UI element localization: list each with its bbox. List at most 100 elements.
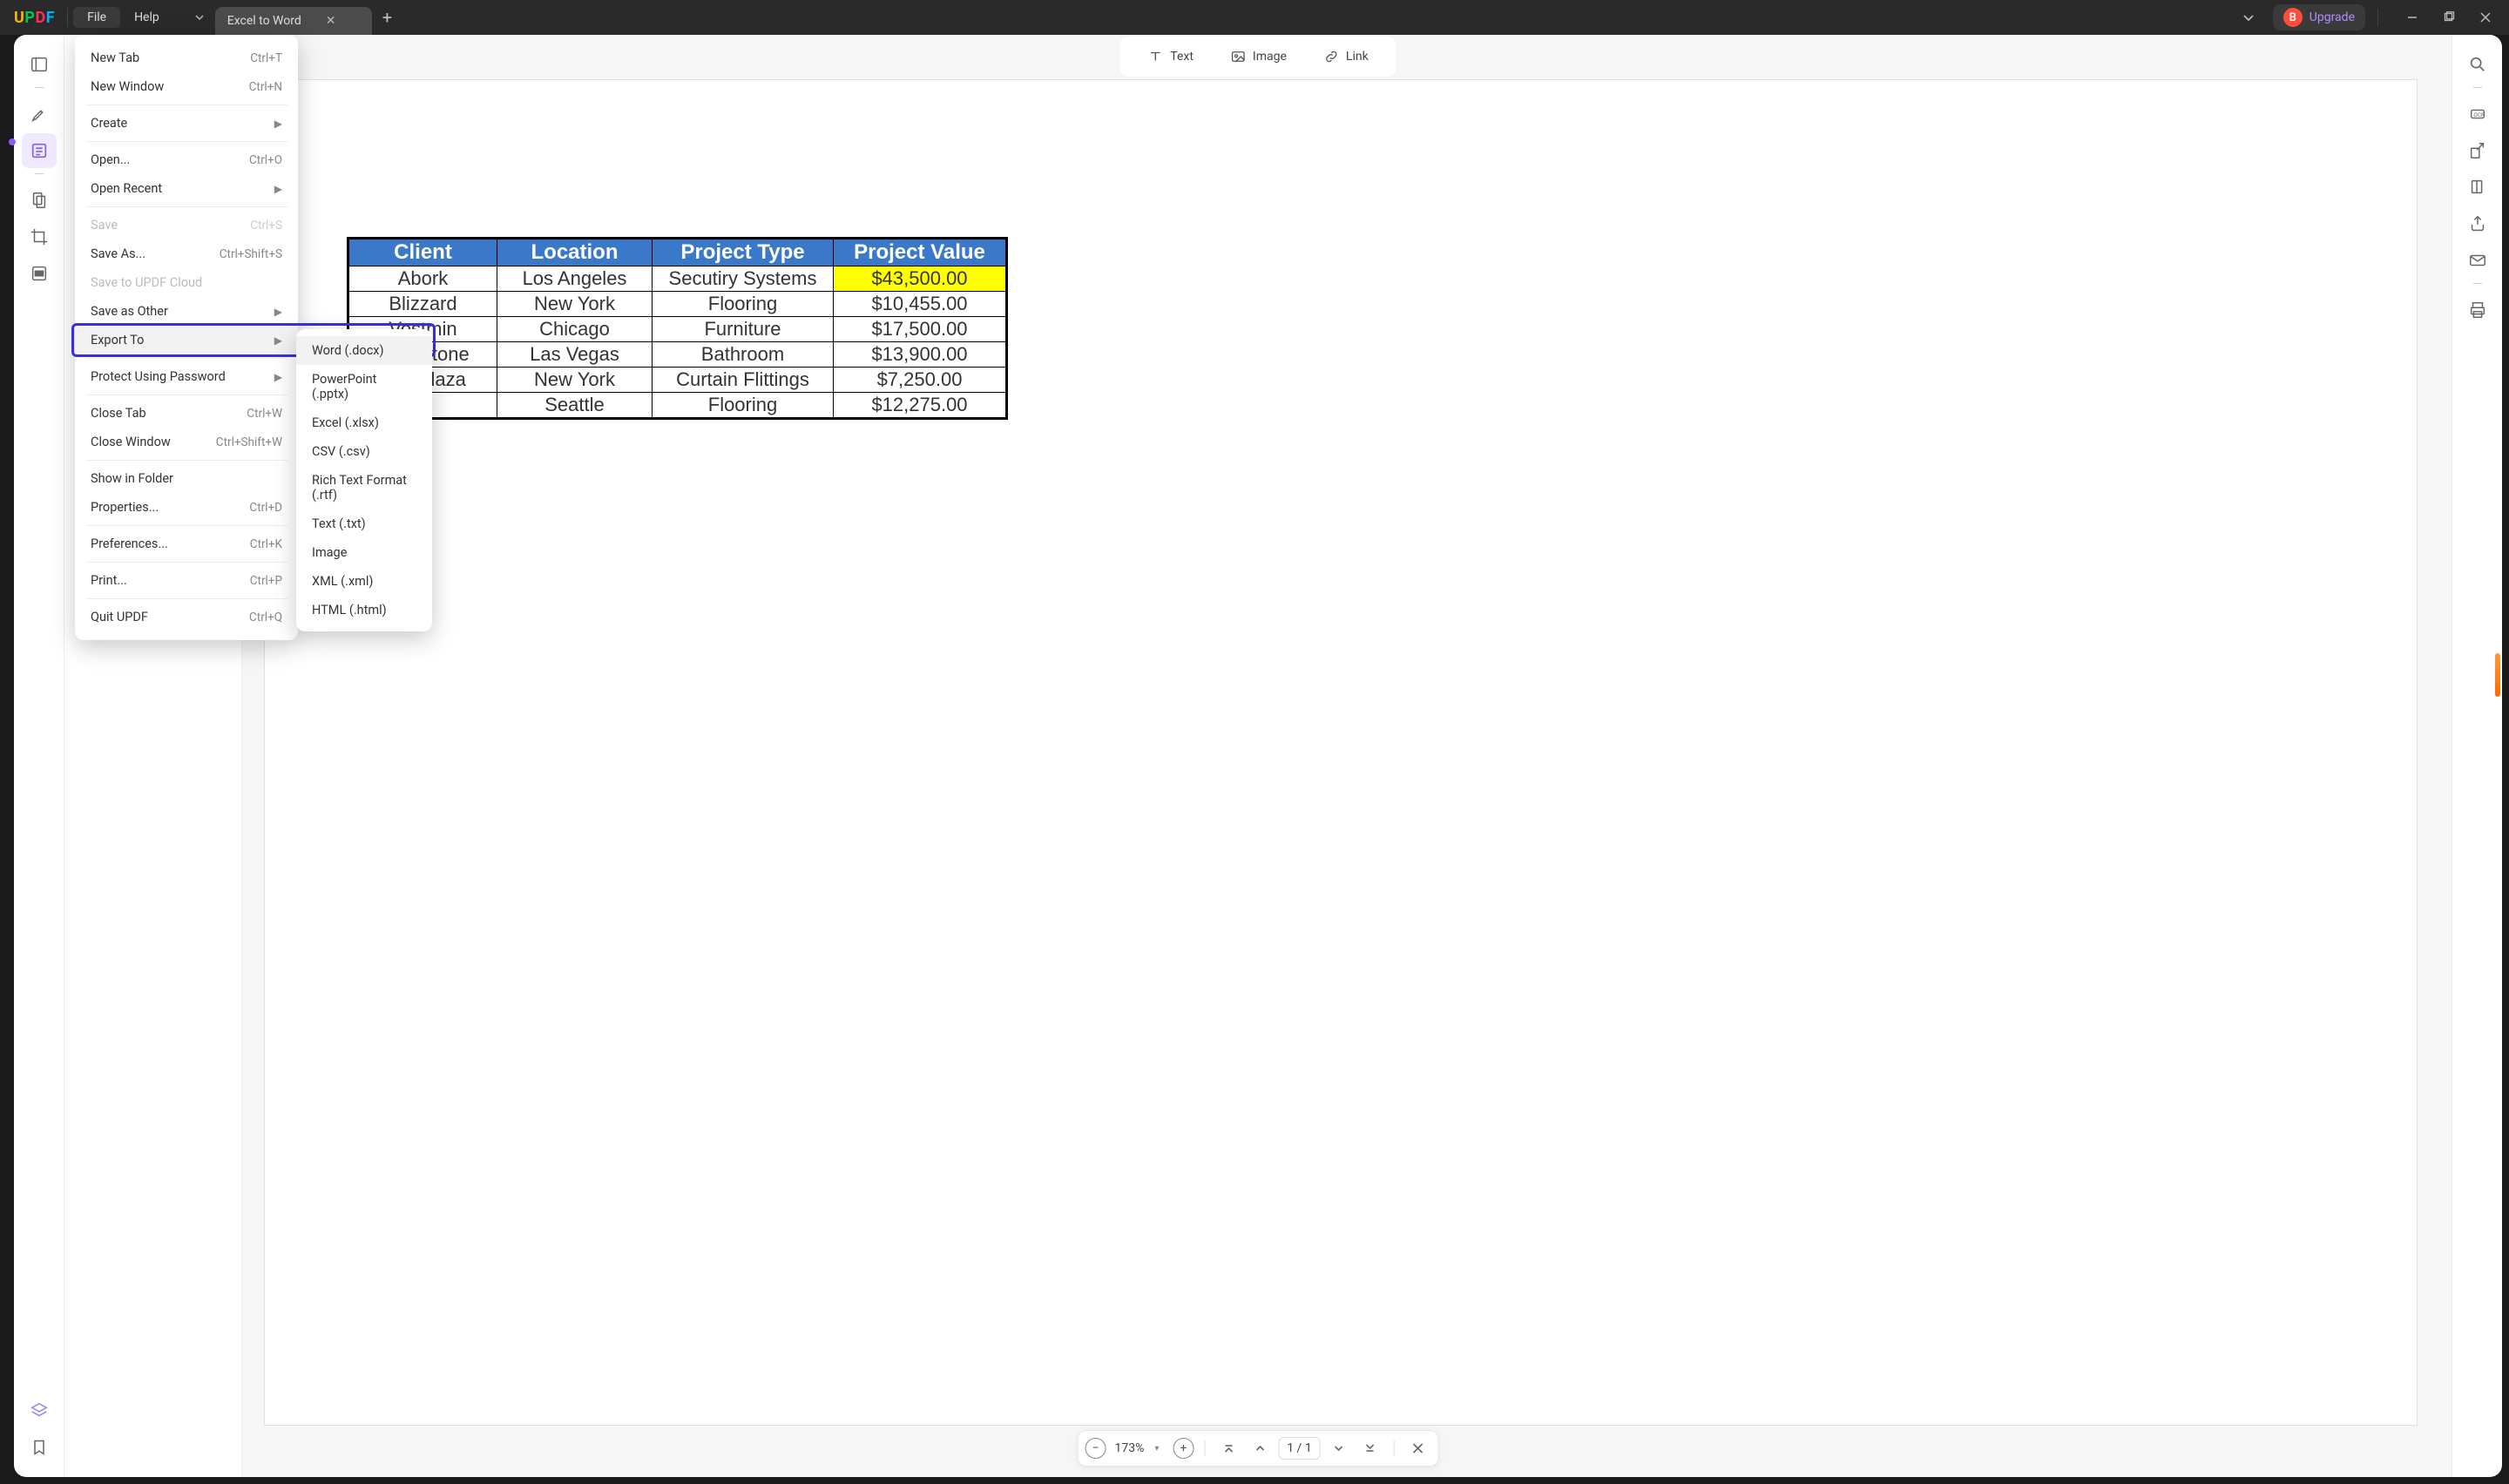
header-location: Location <box>497 239 653 266</box>
text-tool-button[interactable]: Text <box>1137 44 1204 70</box>
close-bar-icon[interactable] <box>1404 1435 1430 1461</box>
export-powerpoint[interactable]: PowerPoint (.pptx) <box>296 365 432 408</box>
tab-prefix-caret-icon[interactable] <box>184 5 215 30</box>
menu-show-in-folder[interactable]: Show in Folder <box>75 464 298 493</box>
table-cell: Blizzard <box>349 292 497 317</box>
next-page-icon[interactable] <box>1325 1435 1351 1461</box>
document-tab[interactable]: Excel to Word ✕ <box>215 7 372 35</box>
file-menu-button[interactable]: File <box>73 7 120 28</box>
menu-open-recent[interactable]: Open Recent▶ <box>75 174 298 203</box>
search-icon[interactable] <box>2460 47 2495 82</box>
menu-new-tab[interactable]: New TabCtrl+T <box>75 44 298 72</box>
ocr-icon[interactable]: OCR <box>2460 97 2495 132</box>
convert-icon[interactable] <box>2460 133 2495 168</box>
menu-save: SaveCtrl+S <box>75 211 298 239</box>
last-page-icon[interactable] <box>1356 1435 1383 1461</box>
menu-properties[interactable]: Properties...Ctrl+D <box>75 493 298 522</box>
logo-d: D <box>35 9 45 27</box>
prev-page-icon[interactable] <box>1247 1435 1273 1461</box>
menu-create[interactable]: Create ▶ <box>75 109 298 138</box>
first-page-icon[interactable] <box>1215 1435 1241 1461</box>
menu-separator <box>85 206 287 207</box>
zoom-out-button[interactable]: − <box>1085 1438 1106 1459</box>
menu-protect-password[interactable]: Protect Using Password▶ <box>75 362 298 391</box>
label: Save as Other <box>91 304 168 319</box>
right-rail: OCR <box>2452 35 2502 1477</box>
menu-close-window[interactable]: Close WindowCtrl+Shift+W <box>75 428 298 456</box>
divider <box>2377 9 2378 26</box>
menu-open[interactable]: Open...Ctrl+O <box>75 145 298 174</box>
export-rtf[interactable]: Rich Text Format (.rtf) <box>296 466 432 509</box>
menu-quit[interactable]: Quit UPDFCtrl+Q <box>75 603 298 631</box>
redact-tool-icon[interactable] <box>22 256 57 291</box>
export-excel[interactable]: Excel (.xlsx) <box>296 408 432 437</box>
menu-preferences[interactable]: Preferences...Ctrl+K <box>75 530 298 558</box>
menu-separator <box>85 598 287 599</box>
label: Open Recent <box>91 181 162 196</box>
menu-save-other[interactable]: Save as Other▶ <box>75 297 298 326</box>
table-cell: New York <box>497 292 653 317</box>
layers-icon[interactable] <box>22 1393 57 1428</box>
image-tool-label: Image <box>1253 50 1287 64</box>
menu-new-window[interactable]: New WindowCtrl+N <box>75 72 298 101</box>
page-sep: / <box>1297 1441 1302 1455</box>
shortcut: Ctrl+Shift+S <box>220 247 282 261</box>
print-icon[interactable] <box>2460 293 2495 327</box>
shortcut: Ctrl+P <box>250 574 282 588</box>
label: Save to UPDF Cloud <box>91 275 202 290</box>
export-xml[interactable]: XML (.xml) <box>296 567 432 596</box>
new-tab-button[interactable]: + <box>372 7 402 28</box>
zoom-in-button[interactable]: + <box>1173 1438 1194 1459</box>
email-icon[interactable] <box>2460 243 2495 278</box>
more-chevron-icon[interactable] <box>2233 5 2264 30</box>
window-minimize-icon[interactable] <box>2396 5 2429 30</box>
image-icon <box>1230 49 1246 64</box>
share-icon[interactable] <box>2460 206 2495 241</box>
logo-divider <box>67 8 68 27</box>
zoom-level[interactable]: 173% ▾ <box>1112 1441 1168 1455</box>
tab-close-icon[interactable]: ✕ <box>322 12 340 30</box>
table-cell: Bathroom <box>653 342 834 368</box>
menu-separator <box>85 141 287 142</box>
shortcut: Ctrl+D <box>249 501 282 515</box>
image-tool-button[interactable]: Image <box>1220 44 1297 70</box>
label: New Tab <box>91 51 139 65</box>
organize-pages-icon[interactable] <box>22 183 57 218</box>
compress-icon[interactable] <box>2460 170 2495 205</box>
shortcut: Ctrl+N <box>249 80 282 94</box>
rail-separator <box>35 87 44 88</box>
export-word[interactable]: Word (.docx) <box>296 336 432 365</box>
document-page[interactable]: Client Location Project Type Project Val… <box>265 80 2417 1425</box>
help-menu-button[interactable]: Help <box>120 7 173 28</box>
page-input[interactable]: 1 / 1 <box>1278 1437 1320 1460</box>
export-txt[interactable]: Text (.txt) <box>296 509 432 538</box>
bookmark-icon[interactable] <box>22 1430 57 1465</box>
export-image[interactable]: Image <box>296 538 432 567</box>
label: Create <box>91 116 127 131</box>
table-row: DunestoneLas VegasBathroom$13,900.00 <box>349 342 1006 368</box>
export-csv[interactable]: CSV (.csv) <box>296 437 432 466</box>
menu-close-tab[interactable]: Close TabCtrl+W <box>75 399 298 428</box>
label: Save <box>91 218 118 233</box>
crop-tool-icon[interactable] <box>22 219 57 254</box>
rail-separator <box>2473 283 2482 284</box>
menu-print[interactable]: Print...Ctrl+P <box>75 566 298 595</box>
export-html[interactable]: HTML (.html) <box>296 596 432 624</box>
file-menu-dropdown: New TabCtrl+T New WindowCtrl+N Create ▶ O… <box>75 35 298 640</box>
window-controls <box>2396 5 2502 30</box>
user-avatar: B <box>2283 8 2303 27</box>
label: Show in Folder <box>91 471 173 486</box>
submenu-arrow-icon: ▶ <box>274 118 282 130</box>
menu-export-to[interactable]: Export To▶ <box>75 326 298 354</box>
scrollbar-thumb[interactable] <box>2495 653 2500 697</box>
upgrade-button[interactable]: B Upgrade <box>2273 4 2365 30</box>
window-maximize-icon[interactable] <box>2432 5 2465 30</box>
link-tool-button[interactable]: Link <box>1313 44 1379 70</box>
tab-strip: Excel to Word ✕ + <box>184 0 402 35</box>
menu-save-as[interactable]: Save As...Ctrl+Shift+S <box>75 239 298 268</box>
edit-tool-icon[interactable] <box>22 133 57 168</box>
label: Close Tab <box>91 406 146 421</box>
window-close-icon[interactable] <box>2469 5 2502 30</box>
markup-tool-icon[interactable] <box>22 97 57 132</box>
reader-mode-icon[interactable] <box>22 47 57 82</box>
